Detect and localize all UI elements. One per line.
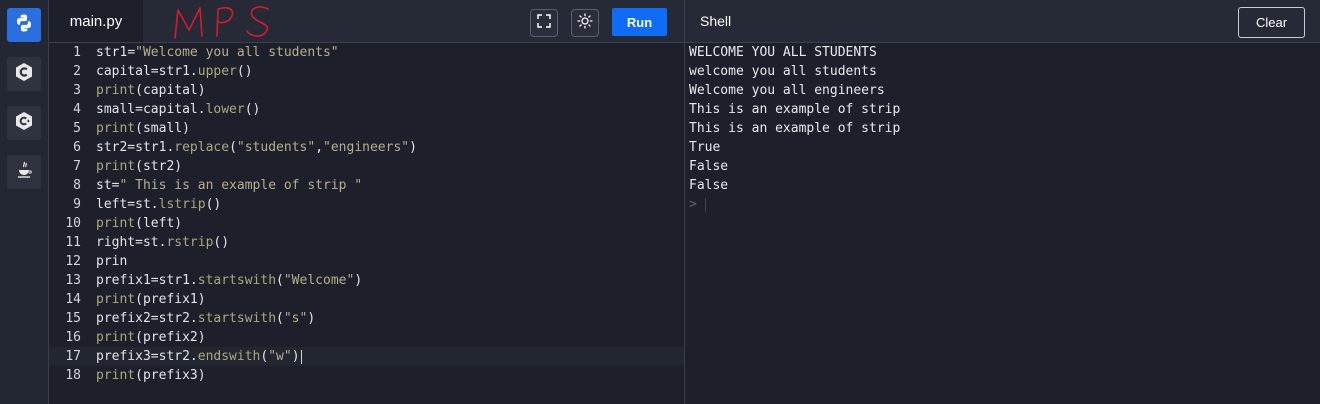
clear-button[interactable]: Clear (1238, 7, 1305, 38)
code-text: right=st.rstrip() (96, 235, 230, 250)
code-text: print(left) (96, 216, 183, 231)
code-text: prin (96, 254, 128, 269)
language-sidebar (0, 0, 49, 404)
code-line[interactable]: 18 print(prefix3) (49, 366, 684, 385)
code-text: str1="Welcome you all students" (96, 45, 339, 60)
code-text: prefix1=str1.startswith("Welcome") (96, 273, 363, 288)
line-number: 1 (73, 45, 81, 60)
code-line[interactable]: 8 st=" This is an example of strip " (49, 176, 684, 195)
prompt-symbol: > (689, 197, 697, 212)
code-line[interactable]: 13 prefix1=str1.startswith("Welcome") (49, 271, 684, 290)
text-cursor (300, 349, 302, 364)
code-line[interactable]: 9 left=st.lstrip() (49, 195, 684, 214)
line-number: 6 (73, 140, 81, 155)
code-text: print(str2) (96, 159, 183, 174)
line-number: 14 (65, 292, 81, 307)
java-icon (14, 160, 34, 185)
line-number: 13 (65, 273, 81, 288)
line-number: 4 (73, 102, 81, 117)
line-number: 9 (73, 197, 81, 212)
code-line[interactable]: 2 capital=str1.upper() (49, 62, 684, 81)
shell-output-line: This is an example of strip (689, 121, 901, 136)
line-number: 11 (65, 235, 81, 250)
code-line[interactable]: 1 str1="Welcome you all students" (49, 43, 684, 62)
shell-cursor (704, 197, 706, 212)
code-text: str2=str1.replace("students","engineers"… (96, 140, 417, 155)
code-line[interactable]: 5 print(small) (49, 119, 684, 138)
code-line[interactable]: 6 str2=str1.replace("students","engineers… (49, 138, 684, 157)
shell-output-line: True (689, 140, 721, 155)
panel-divider[interactable] (684, 0, 685, 404)
line-number: 5 (73, 121, 81, 136)
shell-output-line: False (689, 178, 729, 193)
code-line[interactable]: 14 print(prefix1) (49, 290, 684, 309)
line-number: 12 (65, 254, 81, 269)
line-number: 7 (73, 159, 81, 174)
code-line[interactable]: 4 small=capital.lower() (49, 100, 684, 119)
theme-toggle-button[interactable] (571, 9, 599, 37)
line-number: 10 (65, 216, 81, 231)
code-line[interactable]: 15 prefix2=str2.startswith("s") (49, 309, 684, 328)
shell-output-line: False (689, 159, 729, 174)
shell-prompt[interactable]: > (689, 195, 900, 214)
shell-output-line: Welcome you all engineers (689, 83, 885, 98)
tab-main-py[interactable]: main.py (49, 0, 143, 42)
c-language-button[interactable] (7, 57, 41, 91)
code-text: print(capital) (96, 83, 206, 98)
shell-output-line: This is an example of strip (689, 102, 901, 117)
code-line[interactable]: 11 right=st.rstrip() (49, 233, 684, 252)
line-number: 2 (73, 64, 81, 79)
code-line[interactable]: 7 print(str2) (49, 157, 684, 176)
cpp-language-button[interactable] (7, 106, 41, 140)
code-text: small=capital.lower() (96, 102, 261, 117)
line-number: 3 (73, 83, 81, 98)
code-editor[interactable]: 1 str1="Welcome you all students" 2 capital… (49, 43, 684, 404)
code-text: capital=str1.upper() (96, 64, 253, 79)
cpp-icon (14, 111, 34, 136)
line-number: 17 (65, 349, 81, 364)
handwritten-annotation (174, 6, 269, 39)
fullscreen-icon (537, 13, 551, 33)
shell-title: Shell (700, 13, 732, 29)
code-line[interactable]: 16 print(prefix2) (49, 328, 684, 347)
line-number: 8 (73, 178, 81, 193)
code-line[interactable]: 10 print(left) (49, 214, 684, 233)
tab-label: main.py (69, 12, 123, 30)
line-number: 15 (65, 311, 81, 326)
code-text: prefix3=str2.endswith("w") (96, 349, 302, 364)
code-text: st=" This is an example of strip " (96, 178, 363, 193)
fullscreen-button[interactable] (530, 9, 558, 37)
code-text: left=st.lstrip() (96, 197, 222, 212)
c-icon (14, 62, 34, 87)
code-text: prefix2=str2.startswith("s") (96, 311, 316, 326)
java-language-button[interactable] (7, 155, 41, 189)
python-icon (14, 13, 34, 38)
code-text: print(prefix2) (96, 330, 206, 345)
code-text: print(small) (96, 121, 190, 136)
python-language-button[interactable] (7, 8, 41, 42)
shell-output-line: WELCOME YOU ALL STUDENTS (689, 45, 877, 60)
shell-output-line: welcome you all students (689, 64, 877, 79)
shell-output[interactable]: WELCOME YOU ALL STUDENTS welcome you all … (689, 43, 900, 214)
code-line[interactable]: 12 prin (49, 252, 684, 271)
code-line[interactable]: 3 print(capital) (49, 81, 684, 100)
line-number: 18 (65, 368, 81, 383)
code-line[interactable]: 17 prefix3=str2.endswith("w") (49, 347, 684, 366)
code-text: print(prefix3) (96, 368, 206, 383)
sun-icon (577, 12, 593, 34)
line-number: 16 (65, 330, 81, 345)
run-button[interactable]: Run (612, 8, 667, 36)
code-text: print(prefix1) (96, 292, 206, 307)
